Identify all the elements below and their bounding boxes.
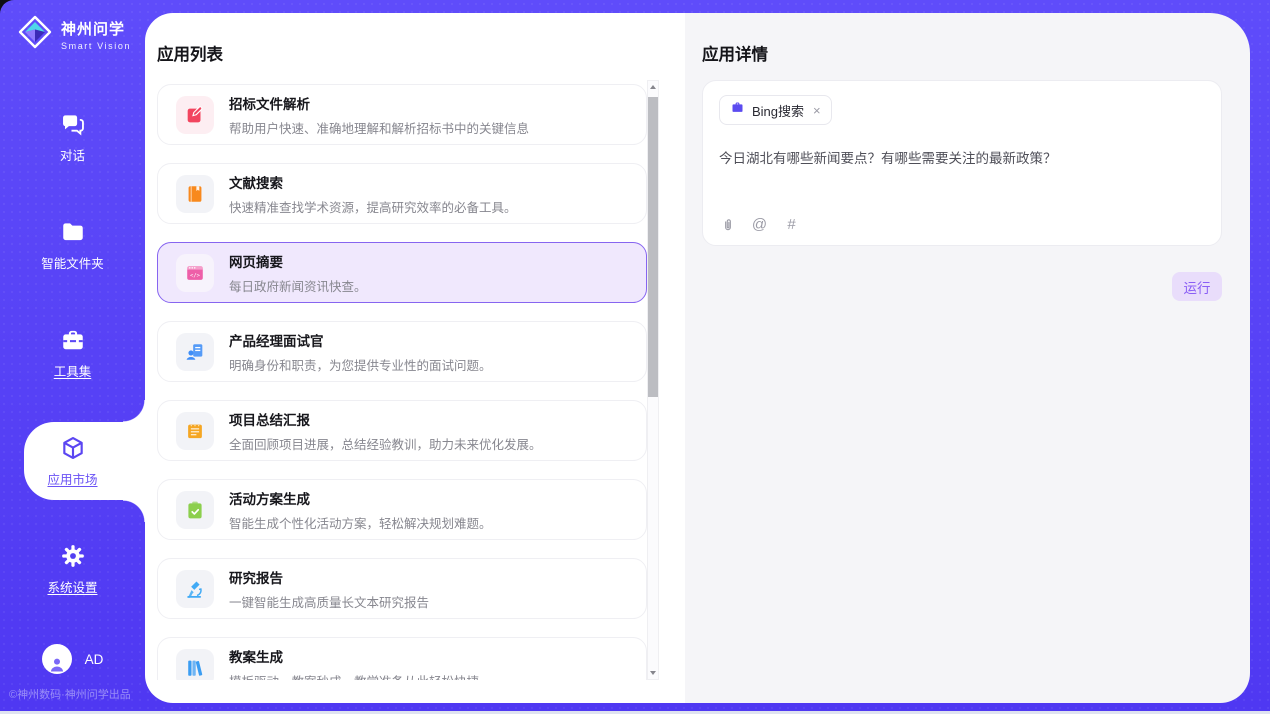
app-item-title: 网页摘要 — [229, 251, 367, 271]
app-item-title: 项目总结汇报 — [229, 409, 542, 429]
app-list-item[interactable]: 活动方案生成 智能生成个性化活动方案，轻松解决规划难题。 — [157, 479, 647, 540]
prompt-card[interactable]: Bing搜索 × 今日湖北有哪些新闻要点？有哪些需要关注的最新政策？ @# — [702, 80, 1222, 246]
app-list-panel: 应用列表 招标文件解析 帮助用户快速、准确地理解和解析招标书中的关键信息 文献搜… — [145, 13, 685, 703]
book-icon — [176, 175, 214, 213]
toolbox-icon — [59, 326, 87, 354]
folder-icon — [59, 218, 87, 246]
microscope-icon — [176, 570, 214, 608]
app-item-desc: 全面回顾项目进展，总结经验教训，助力未来优化发展。 — [229, 434, 542, 453]
copyright-footer: ©神州数码·神州问学出品 — [9, 686, 131, 702]
app-item-title: 教案生成 — [229, 646, 479, 666]
app-item-desc: 快速精准查找学术资源，提高研究效率的必备工具。 — [229, 197, 517, 216]
app-list-title: 应用列表 — [145, 13, 685, 65]
app-detail-panel: 应用详情 Bing搜索 × 今日湖北有哪些新闻要点？有哪些需要关注的最新政策？ … — [685, 13, 1250, 703]
sidebar-item-cube[interactable]: 应用市场 — [0, 429, 145, 493]
app-item-title: 活动方案生成 — [229, 488, 492, 508]
books-icon — [176, 649, 214, 681]
app-item-desc: 帮助用户快速、准确地理解和解析招标书中的关键信息 — [229, 118, 529, 137]
app-list-item[interactable]: 项目总结汇报 全面回顾项目进展，总结经验教训，助力未来优化发展。 — [157, 400, 647, 461]
app-list-item[interactable]: 文献搜索 快速精准查找学术资源，提高研究效率的必备工具。 — [157, 163, 647, 224]
app-list-item[interactable]: 招标文件解析 帮助用户快速、准确地理解和解析招标书中的关键信息 — [157, 84, 647, 145]
scroll-down-arrow-icon[interactable] — [648, 667, 658, 679]
sidebar-item-gear[interactable]: 系统设置 — [0, 537, 145, 601]
sidebar-item-chat[interactable]: 对话 — [0, 105, 145, 169]
mention-icon[interactable]: @ — [751, 216, 768, 233]
app-item-desc: 智能生成个性化活动方案，轻松解决规划难题。 — [229, 513, 492, 532]
sidebar: 神州问学 Smart Vision 对话 智能文件夹 工具集 应用市场 系统设置… — [0, 0, 145, 714]
briefcase-icon — [730, 100, 745, 120]
avatar — [42, 644, 72, 674]
query-text: 今日湖北有哪些新闻要点？有哪些需要关注的最新政策？ — [719, 149, 1205, 169]
app-detail-title: 应用详情 — [685, 13, 1250, 65]
user-initials: AD — [85, 652, 104, 667]
app-list: 招标文件解析 帮助用户快速、准确地理解和解析招标书中的关键信息 文献搜索 快速精… — [157, 80, 647, 680]
scrollbar-thumb[interactable] — [648, 97, 658, 397]
notepad-icon — [176, 412, 214, 450]
user-chip[interactable]: AD — [0, 644, 145, 674]
sidebar-nav: 对话 智能文件夹 工具集 应用市场 系统设置 — [0, 105, 145, 601]
app-list-item[interactable]: 产品经理面试官 明确身份和职责，为您提供专业性的面试问题。 — [157, 321, 647, 382]
app-list-item[interactable]: </> 网页摘要 每日政府新闻资讯快查。 — [157, 242, 647, 303]
brand-name: 神州问学 — [61, 18, 131, 39]
run-button[interactable]: 运行 — [1172, 272, 1222, 301]
app-item-desc: 明确身份和职责，为您提供专业性的面试问题。 — [229, 355, 492, 374]
interviewer-icon — [176, 333, 214, 371]
app-item-title: 研究报告 — [229, 567, 429, 587]
doc-edit-icon — [176, 96, 214, 134]
brand-tagline: Smart Vision — [61, 41, 131, 51]
input-toolbar: @# — [719, 216, 800, 233]
brand-logo-icon — [18, 15, 52, 54]
bubble-fillet-top — [123, 400, 145, 422]
sidebar-item-folder[interactable]: 智能文件夹 — [0, 213, 145, 277]
cube-icon — [59, 434, 87, 462]
app-item-title: 招标文件解析 — [229, 93, 529, 113]
app-list-item[interactable]: 研究报告 一键智能生成高质量长文本研究报告 — [157, 558, 647, 619]
scroll-up-arrow-icon[interactable] — [648, 81, 658, 93]
app-item-desc: 一键智能生成高质量长文本研究报告 — [229, 592, 429, 611]
bubble-fillet-bottom — [123, 500, 145, 522]
brand: 神州问学 Smart Vision — [0, 0, 145, 54]
tool-chip-bing-search[interactable]: Bing搜索 × — [719, 95, 832, 125]
browser-code-icon: </> — [176, 254, 214, 292]
chat-icon — [59, 110, 87, 138]
hash-icon[interactable]: # — [783, 216, 800, 233]
app-item-desc: 每日政府新闻资讯快查。 — [229, 276, 367, 295]
scrollbar[interactable] — [647, 80, 659, 680]
svg-text:</>: </> — [190, 272, 201, 278]
app-item-title: 文献搜索 — [229, 172, 517, 192]
app-item-title: 产品经理面试官 — [229, 330, 492, 350]
gear-icon — [59, 542, 87, 570]
sidebar-item-toolbox[interactable]: 工具集 — [0, 321, 145, 385]
tool-chip-label: Bing搜索 — [752, 101, 804, 120]
app-item-desc: 模板驱动，教案秒成，教学准备从此轻松快捷 — [229, 671, 479, 681]
person-icon — [47, 654, 67, 674]
app-list-item[interactable]: 教案生成 模板驱动，教案秒成，教学准备从此轻松快捷 — [157, 637, 647, 680]
paperclip-icon[interactable] — [719, 216, 736, 233]
main-content: 应用列表 招标文件解析 帮助用户快速、准确地理解和解析招标书中的关键信息 文献搜… — [145, 13, 1250, 703]
chip-close-icon[interactable]: × — [813, 104, 821, 117]
clipboard-check-icon — [176, 491, 214, 529]
